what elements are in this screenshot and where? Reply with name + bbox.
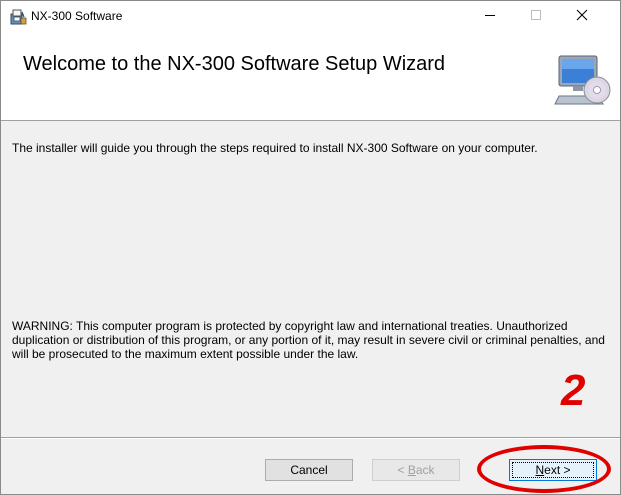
wizard-title: Welcome to the NX-300 Software Setup Wiz… (23, 53, 446, 75)
computer-cd-icon (553, 50, 611, 108)
maximize-button[interactable] (513, 1, 559, 32)
close-button[interactable] (559, 1, 605, 32)
installer-package-icon (9, 8, 27, 26)
copyright-warning: WARNING: This computer program is protec… (12, 319, 605, 361)
next-button[interactable]: Next > (509, 459, 597, 481)
focus-rectangle (512, 462, 594, 478)
setup-wizard-window: NX-300 Software Welcome to the NX-300 So… (0, 0, 621, 495)
title-bar[interactable]: NX-300 Software (1, 1, 620, 32)
maximize-icon (530, 8, 542, 26)
back-button-prefix: < (397, 463, 408, 477)
cancel-button[interactable]: Cancel (265, 459, 353, 481)
minimize-icon (484, 8, 496, 26)
back-button-accelerator: B (407, 463, 416, 477)
back-button-label: ack (415, 463, 435, 477)
back-button[interactable]: < Back (372, 459, 460, 481)
step-number-annotation: 2 (561, 366, 586, 415)
intro-text: The installer will guide you through the… (12, 141, 538, 155)
close-icon (576, 8, 588, 26)
footer-divider (1, 437, 620, 439)
minimize-button[interactable] (467, 1, 513, 32)
wizard-body: The installer will guide you through the… (1, 121, 620, 435)
window-title: NX-300 Software (31, 9, 123, 23)
wizard-header: Welcome to the NX-300 Software Setup Wiz… (1, 32, 620, 121)
